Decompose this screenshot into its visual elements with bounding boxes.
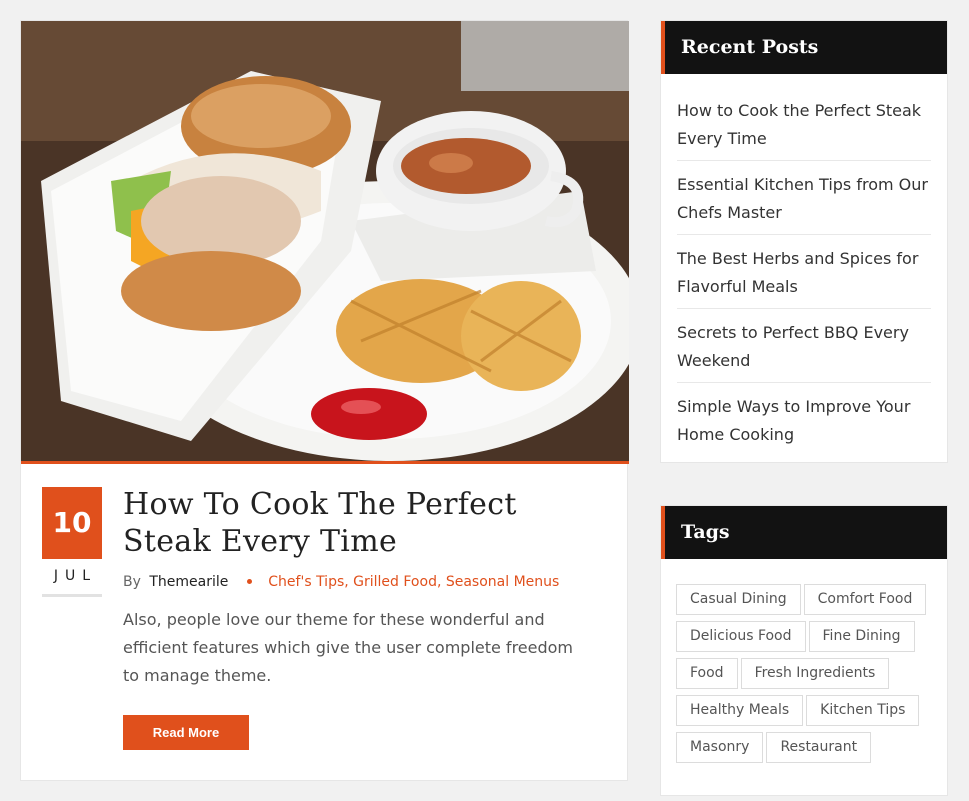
tag-link[interactable]: Masonry bbox=[676, 732, 764, 763]
tag-link[interactable]: Comfort Food bbox=[803, 584, 927, 615]
tag-link[interactable]: Restaurant bbox=[766, 732, 872, 763]
read-more-button[interactable]: Read More bbox=[123, 715, 249, 750]
recent-posts-heading: Recent Posts bbox=[661, 21, 947, 74]
post-categories[interactable]: Chef's Tips, Grilled Food, Seasonal Menu… bbox=[268, 574, 559, 590]
meta-separator-dot bbox=[246, 579, 252, 584]
tag-link[interactable]: Fresh Ingredients bbox=[740, 658, 890, 689]
recent-post-link[interactable]: How to Cook the Perfect Steak Every Time bbox=[677, 89, 931, 161]
image-accent-bar bbox=[21, 461, 629, 464]
tag-link[interactable]: Fine Dining bbox=[808, 621, 915, 652]
tag-link[interactable]: Food bbox=[676, 658, 738, 689]
food-photo bbox=[21, 21, 629, 461]
post-card: 10 JUL How To Cook The Perfect Steak Eve… bbox=[20, 20, 629, 781]
post-author-link[interactable]: Themearile bbox=[149, 574, 228, 590]
tags-widget: Tags Casual Dining Comfort Food Delicious… bbox=[660, 505, 948, 796]
tag-cloud: Casual Dining Comfort Food Delicious Food… bbox=[661, 559, 947, 769]
tags-heading: Tags bbox=[661, 506, 947, 559]
recent-post-link[interactable]: Simple Ways to Improve Your Home Cooking bbox=[677, 383, 931, 456]
post-date-badge: 10 JUL bbox=[42, 487, 102, 597]
tag-link[interactable]: Kitchen Tips bbox=[806, 695, 920, 726]
date-day: 10 bbox=[42, 487, 102, 559]
recent-posts-list: How to Cook the Perfect Steak Every Time… bbox=[661, 89, 947, 456]
tag-link[interactable]: Healthy Meals bbox=[676, 695, 804, 726]
date-month: JUL bbox=[42, 559, 102, 597]
post-featured-image[interactable] bbox=[21, 21, 629, 461]
recent-post-link[interactable]: Secrets to Perfect BBQ Every Weekend bbox=[677, 309, 931, 383]
post-meta: By Themearile Chef's Tips, Grilled Food,… bbox=[123, 574, 559, 590]
post-excerpt: Also, people love our theme for these wo… bbox=[123, 610, 574, 685]
recent-post-link[interactable]: Essential Kitchen Tips from Our Chefs Ma… bbox=[677, 161, 931, 235]
recent-post-link[interactable]: The Best Herbs and Spices for Flavorful … bbox=[677, 235, 931, 309]
recent-posts-widget: Recent Posts How to Cook the Perfect Ste… bbox=[660, 20, 948, 463]
tag-link[interactable]: Delicious Food bbox=[676, 621, 806, 652]
post-title[interactable]: How To Cook The Perfect Steak Every Time bbox=[123, 486, 603, 560]
tag-link[interactable]: Casual Dining bbox=[676, 584, 801, 615]
by-label: By bbox=[123, 574, 141, 590]
